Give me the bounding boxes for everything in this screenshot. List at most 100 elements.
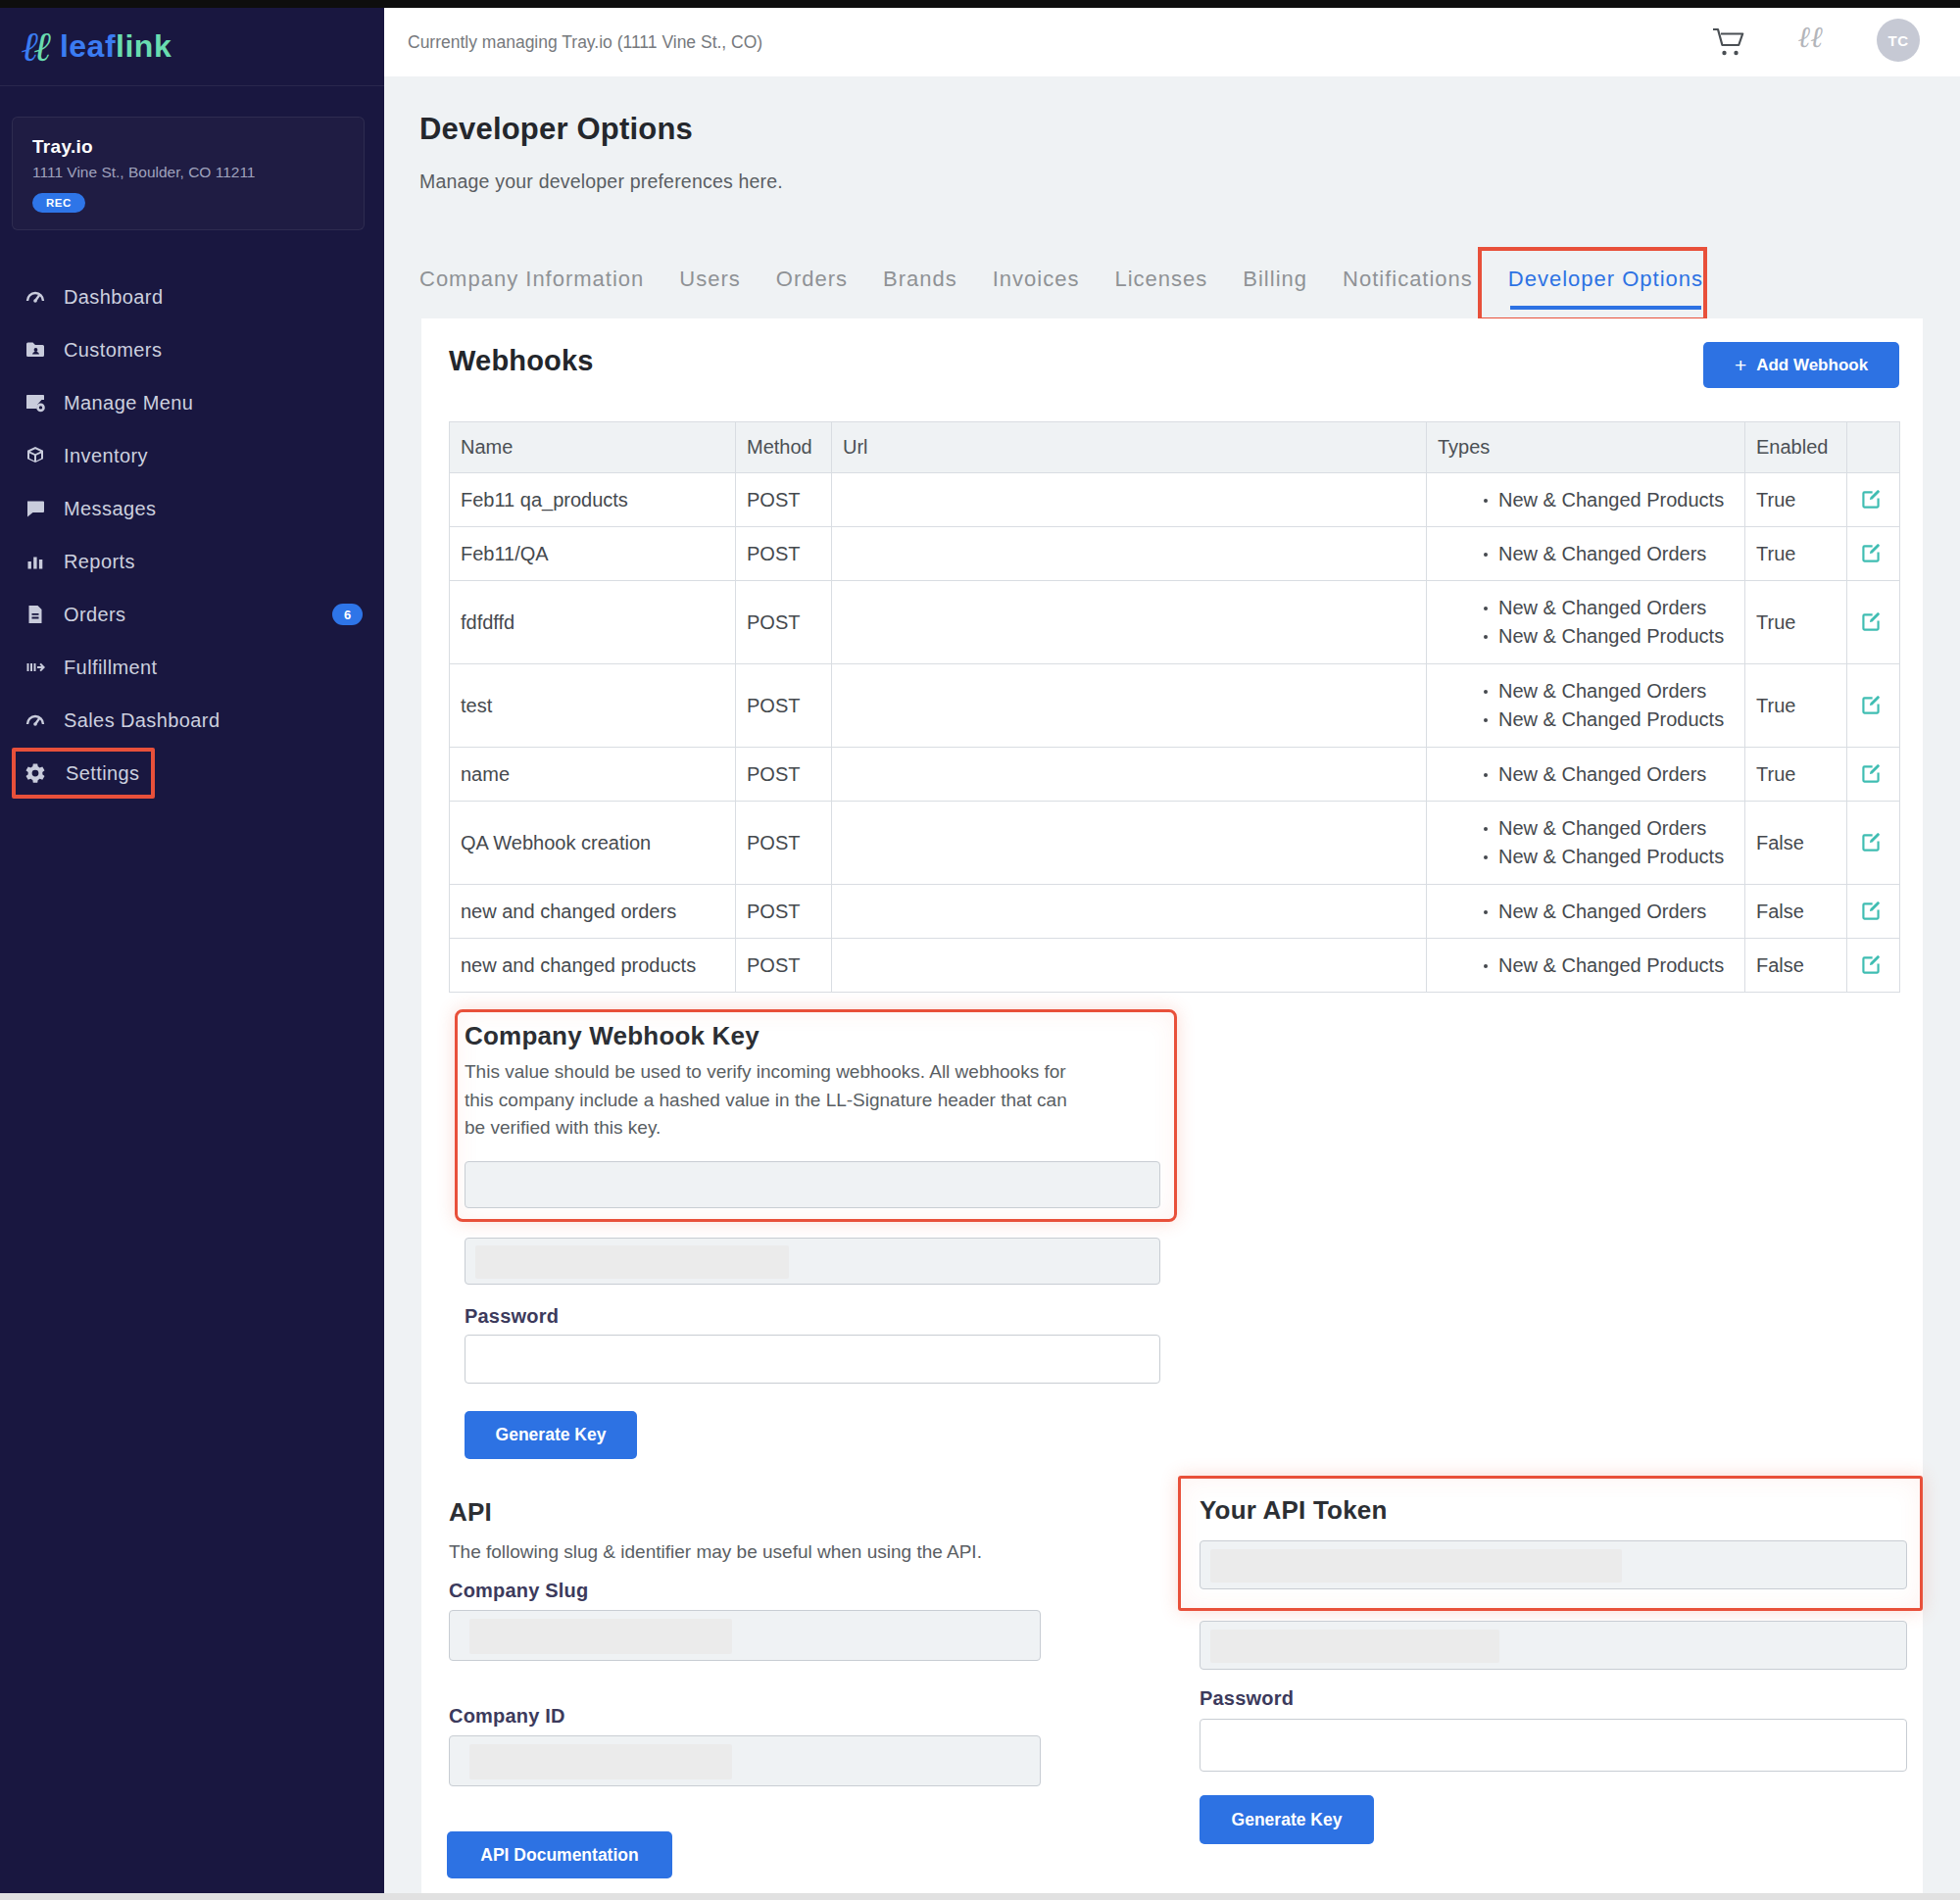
company-address: 1111 Vine St., Boulder, CO 11211 (32, 164, 344, 181)
rec-badge: REC (32, 193, 85, 213)
sidebar-item-inventory[interactable]: Inventory (0, 429, 384, 482)
leaflink-mark-icon[interactable]: ℓℓ (1798, 20, 1824, 54)
api-token-field[interactable] (1200, 1540, 1907, 1589)
leaflink-wordmark: leaflink (60, 28, 172, 65)
edit-webhook-icon[interactable] (1858, 830, 1884, 855)
tab-brands[interactable]: Brands (883, 267, 957, 292)
sidebar-item-reports[interactable]: Reports (0, 535, 384, 588)
screenshot-bottom-border (0, 1893, 1960, 1900)
customers-folder-icon (24, 338, 47, 362)
col-actions (1847, 422, 1900, 473)
sidebar-nav: Dashboard Customers Manage Menu Inventor… (0, 270, 384, 800)
company-name: Tray.io (32, 136, 344, 158)
col-name: Name (450, 422, 736, 473)
webhook-password-input[interactable] (465, 1335, 1160, 1384)
api-token-title: Your API Token (1200, 1495, 1388, 1526)
token-generate-key-button[interactable]: Generate Key (1200, 1795, 1374, 1844)
tab-orders[interactable]: Orders (776, 267, 848, 292)
tab-billing[interactable]: Billing (1243, 267, 1307, 292)
redacted-value (475, 1245, 789, 1279)
col-types: Types (1427, 422, 1745, 473)
webhook-password-label: Password (465, 1305, 559, 1328)
edit-webhook-icon[interactable] (1858, 761, 1884, 787)
edit-webhook-icon[interactable] (1858, 952, 1884, 978)
company-card[interactable]: Tray.io 1111 Vine St., Boulder, CO 11211… (12, 117, 365, 230)
sidebar-item-fulfillment[interactable]: Fulfillment (0, 641, 384, 694)
settings-tabs: Company Information Users Orders Brands … (419, 267, 1703, 292)
redacted-value (1210, 1630, 1499, 1663)
currently-managing-text: Currently managing Tray.io (1111 Vine St… (408, 8, 762, 76)
redacted-value (1210, 1549, 1622, 1583)
messages-chat-icon (24, 497, 47, 520)
topbar: Currently managing Tray.io (1111 Vine St… (384, 8, 1960, 76)
table-row: fdfdffdPOST New & Changed OrdersNew & Ch… (450, 581, 1900, 664)
redacted-value (469, 1619, 732, 1654)
add-webhook-button[interactable]: +Add Webhook (1703, 342, 1899, 388)
settings-highlight-box: Settings (12, 748, 155, 799)
orders-document-icon (24, 603, 47, 626)
token-password-label: Password (1200, 1687, 1294, 1710)
tab-licenses[interactable]: Licenses (1114, 267, 1207, 292)
reports-bar-chart-icon (24, 550, 47, 573)
cart-icon[interactable] (1710, 24, 1749, 62)
table-row: Feb11 qa_productsPOST New & Changed Prod… (450, 473, 1900, 527)
edit-webhook-icon[interactable] (1858, 541, 1884, 566)
leaflink-logo[interactable]: ℓℓ leaflink (0, 8, 384, 86)
sales-dashboard-gauge-icon (24, 708, 47, 732)
leaflink-glyph-icon: ℓℓ (22, 26, 52, 68)
dashboard-gauge-icon (24, 285, 47, 309)
sidebar-item-sales-dashboard[interactable]: Sales Dashboard (0, 694, 384, 747)
sidebar-item-dashboard[interactable]: Dashboard (0, 270, 384, 323)
table-row: namePOST New & Changed Orders True (450, 748, 1900, 802)
col-url: Url (832, 422, 1427, 473)
webhooks-heading: Webhooks (449, 345, 594, 377)
tab-invoices[interactable]: Invoices (993, 267, 1080, 292)
api-token-secondary-field[interactable] (1200, 1621, 1907, 1670)
orders-count-badge: 6 (332, 604, 363, 625)
sidebar-item-manage-menu[interactable]: Manage Menu (0, 376, 384, 429)
sidebar: ℓℓ leaflink Tray.io 1111 Vine St., Bould… (0, 8, 384, 1893)
company-id-field[interactable] (449, 1735, 1041, 1786)
page-title: Developer Options (419, 112, 693, 147)
table-row: testPOST New & Changed OrdersNew & Chang… (450, 664, 1900, 748)
webhooks-table: Name Method Url Types Enabled Feb11 qa_p… (449, 421, 1900, 993)
tab-notifications[interactable]: Notifications (1343, 267, 1473, 292)
token-password-input[interactable] (1200, 1719, 1907, 1772)
company-webhook-key-description: This value should be used to verify inco… (465, 1058, 1072, 1143)
company-webhook-key-title: Company Webhook Key (465, 1021, 760, 1051)
company-id-label: Company ID (449, 1705, 565, 1728)
tab-developer-options[interactable]: Developer Options (1508, 267, 1703, 292)
sidebar-item-customers[interactable]: Customers (0, 323, 384, 376)
sidebar-item-orders[interactable]: Orders 6 (0, 588, 384, 641)
redacted-value (469, 1744, 732, 1779)
table-row: QA Webhook creationPOST New & Changed Or… (450, 802, 1900, 885)
manage-menu-icon (24, 391, 47, 414)
page-subtitle: Manage your developer preferences here. (419, 171, 783, 193)
table-row: Feb11/QAPOST New & Changed Orders True (450, 527, 1900, 581)
avatar[interactable]: TC (1877, 19, 1920, 62)
edit-webhook-icon[interactable] (1858, 693, 1884, 718)
tab-company-information[interactable]: Company Information (419, 267, 644, 292)
webhook-key-secondary-field[interactable] (465, 1238, 1160, 1285)
company-slug-field[interactable] (449, 1610, 1041, 1661)
plus-icon: + (1735, 354, 1746, 377)
edit-webhook-icon[interactable] (1858, 609, 1884, 635)
sidebar-item-messages[interactable]: Messages (0, 482, 384, 535)
tab-users[interactable]: Users (679, 267, 740, 292)
edit-webhook-icon[interactable] (1858, 899, 1884, 924)
settings-gear-icon (24, 761, 47, 785)
table-row: new and changed productsPOST New & Chang… (450, 939, 1900, 993)
table-row: new and changed ordersPOST New & Changed… (450, 885, 1900, 939)
webhook-generate-key-button[interactable]: Generate Key (465, 1411, 637, 1459)
edit-webhook-icon[interactable] (1858, 487, 1884, 512)
api-documentation-button[interactable]: API Documentation (447, 1831, 672, 1878)
company-slug-label: Company Slug (449, 1580, 588, 1602)
inventory-box-icon (24, 444, 47, 467)
fulfillment-arrow-icon (24, 656, 47, 679)
webhook-key-field[interactable] (465, 1161, 1160, 1208)
col-method: Method (736, 422, 832, 473)
sidebar-item-settings[interactable]: Settings (0, 747, 384, 800)
webhooks-header-row: Name Method Url Types Enabled (450, 422, 1900, 473)
screenshot-top-border (0, 0, 1960, 8)
col-enabled: Enabled (1745, 422, 1847, 473)
